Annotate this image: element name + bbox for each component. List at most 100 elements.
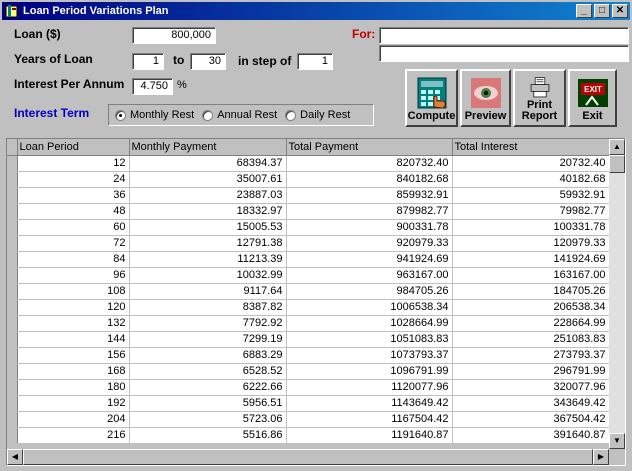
minimize-button[interactable]: _ [576, 4, 592, 18]
row-selector[interactable] [7, 171, 18, 188]
years-to-input[interactable]: 30 [190, 53, 226, 70]
table-cell[interactable]: 1051083.83 [286, 331, 453, 348]
table-cell[interactable]: 100331.78 [452, 219, 610, 236]
table-cell[interactable]: 184705.26 [452, 283, 610, 300]
table-cell[interactable]: 984705.26 [286, 283, 453, 300]
table-cell[interactable]: 9117.64 [129, 283, 287, 300]
table-cell[interactable]: 920979.33 [286, 235, 453, 252]
table-cell[interactable]: 23887.03 [129, 187, 287, 204]
table-row[interactable]: 108 9117.64 984705.26 184705.26 [7, 283, 610, 300]
for-input-2[interactable] [379, 45, 629, 62]
row-selector[interactable] [7, 251, 18, 268]
table-cell[interactable]: 18332.97 [129, 203, 287, 220]
table-cell[interactable]: 120979.33 [452, 235, 610, 252]
years-from-input[interactable]: 1 [132, 53, 164, 70]
table-row[interactable]: 36 23887.03 859932.91 59932.91 [7, 187, 610, 204]
radio-annual-rest[interactable]: Annual Rest [202, 109, 277, 121]
table-cell[interactable]: 1191640.87 [286, 427, 453, 444]
maximize-button[interactable]: □ [594, 4, 610, 18]
table-cell[interactable]: 859932.91 [286, 187, 453, 204]
interest-input[interactable]: 4.750 [132, 78, 173, 95]
table-cell[interactable]: 1120077.96 [286, 379, 453, 396]
table-row[interactable]: 144 7299.19 1051083.83 251083.83 [7, 331, 610, 348]
table-cell[interactable]: 144 [17, 331, 130, 348]
preview-button[interactable]: Preview [460, 69, 511, 127]
table-row[interactable]: 216 5516.86 1191640.87 391640.87 [7, 427, 610, 444]
table-cell[interactable]: 1028664.99 [286, 315, 453, 332]
table-cell[interactable]: 168 [17, 363, 130, 380]
table-cell[interactable]: 11213.39 [129, 251, 287, 268]
table-cell[interactable]: 6222.66 [129, 379, 287, 396]
table-cell[interactable]: 12 [17, 155, 130, 172]
table-cell[interactable]: 343649.42 [452, 395, 610, 412]
table-cell[interactable]: 20732.40 [452, 155, 610, 172]
table-cell[interactable]: 36 [17, 187, 130, 204]
table-row[interactable]: 192 5956.51 1143649.42 343649.42 [7, 395, 610, 412]
row-selector[interactable] [7, 219, 18, 236]
column-header[interactable]: Total Interest [452, 139, 610, 156]
table-cell[interactable]: 40182.68 [452, 171, 610, 188]
table-row[interactable]: 180 6222.66 1120077.96 320077.96 [7, 379, 610, 396]
table-cell[interactable]: 10032.99 [129, 267, 287, 284]
column-header[interactable]: Loan Period [17, 139, 130, 156]
loan-input[interactable]: 800,000 [132, 27, 216, 44]
table-row[interactable]: 120 8387.82 1006538.34 206538.34 [7, 299, 610, 316]
table-cell[interactable]: 228664.99 [452, 315, 610, 332]
table-cell[interactable]: 156 [17, 347, 130, 364]
row-selector[interactable] [7, 155, 18, 172]
column-header[interactable]: Total Payment [286, 139, 453, 156]
table-cell[interactable]: 1096791.99 [286, 363, 453, 380]
table-cell[interactable]: 84 [17, 251, 130, 268]
table-cell[interactable]: 96 [17, 267, 130, 284]
row-selector[interactable] [7, 347, 18, 364]
row-selector[interactable] [7, 395, 18, 412]
table-cell[interactable]: 367504.42 [452, 411, 610, 428]
table-row[interactable]: 168 6528.52 1096791.99 296791.99 [7, 363, 610, 380]
table-cell[interactable]: 15005.53 [129, 219, 287, 236]
row-selector[interactable] [7, 299, 18, 316]
compute-button[interactable]: Compute [405, 69, 458, 127]
table-cell[interactable]: 163167.00 [452, 267, 610, 284]
row-selector[interactable] [7, 283, 18, 300]
row-selector[interactable] [7, 411, 18, 428]
table-cell[interactable]: 1167504.42 [286, 411, 453, 428]
table-cell[interactable]: 7299.19 [129, 331, 287, 348]
table-cell[interactable]: 820732.40 [286, 155, 453, 172]
table-cell[interactable]: 879982.77 [286, 203, 453, 220]
table-cell[interactable]: 6883.29 [129, 347, 287, 364]
horizontal-scrollbar[interactable]: ◀ ▶ [7, 449, 609, 465]
table-cell[interactable]: 5956.51 [129, 395, 287, 412]
scroll-right-icon[interactable]: ▶ [593, 449, 609, 465]
table-cell[interactable]: 12791.38 [129, 235, 287, 252]
results-grid[interactable]: Loan Period Monthly Payment Total Paymen… [6, 138, 626, 466]
table-cell[interactable]: 251083.83 [452, 331, 610, 348]
table-cell[interactable]: 141924.69 [452, 251, 610, 268]
table-cell[interactable]: 320077.96 [452, 379, 610, 396]
vertical-scrollbar[interactable]: ▲ ▼ [609, 139, 625, 449]
row-selector[interactable] [7, 315, 18, 332]
scroll-left-icon[interactable]: ◀ [7, 449, 23, 465]
table-cell[interactable]: 6528.52 [129, 363, 287, 380]
radio-daily-rest[interactable]: Daily Rest [285, 109, 350, 121]
table-cell[interactable]: 206538.34 [452, 299, 610, 316]
table-cell[interactable]: 216 [17, 427, 130, 444]
horizontal-scroll-thumb[interactable] [23, 449, 593, 465]
table-cell[interactable]: 79982.77 [452, 203, 610, 220]
table-cell[interactable]: 180 [17, 379, 130, 396]
table-cell[interactable]: 24 [17, 171, 130, 188]
table-cell[interactable]: 8387.82 [129, 299, 287, 316]
table-cell[interactable]: 7792.92 [129, 315, 287, 332]
table-cell[interactable]: 5516.86 [129, 427, 287, 444]
table-cell[interactable]: 59932.91 [452, 187, 610, 204]
table-cell[interactable]: 1073793.37 [286, 347, 453, 364]
table-row[interactable]: 84 11213.39 941924.69 141924.69 [7, 251, 610, 268]
row-selector[interactable] [7, 187, 18, 204]
print-report-button[interactable]: Print Report [513, 69, 566, 127]
row-selector[interactable] [7, 427, 18, 444]
exit-button[interactable]: EXIT Exit [568, 69, 617, 127]
table-cell[interactable]: 273793.37 [452, 347, 610, 364]
table-cell[interactable]: 120 [17, 299, 130, 316]
table-row[interactable]: 60 15005.53 900331.78 100331.78 [7, 219, 610, 236]
row-selector[interactable] [7, 379, 18, 396]
table-row[interactable]: 48 18332.97 879982.77 79982.77 [7, 203, 610, 220]
